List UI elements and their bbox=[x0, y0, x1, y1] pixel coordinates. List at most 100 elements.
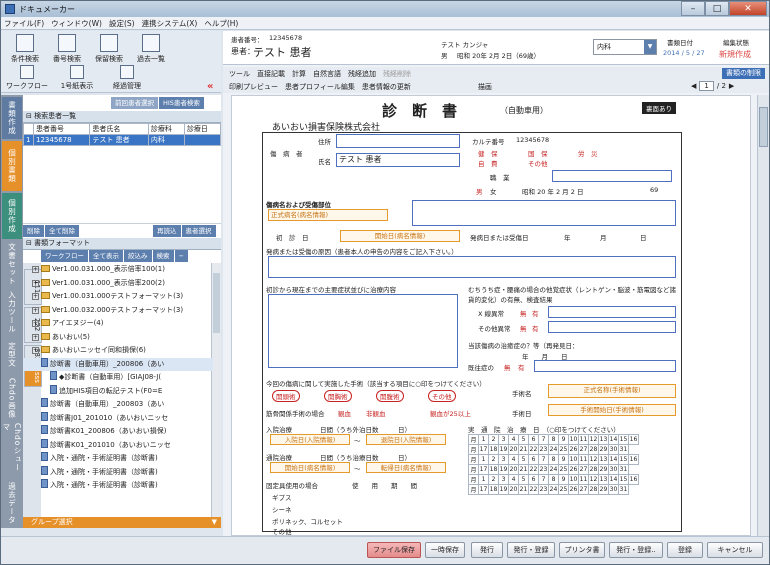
day-cell[interactable]: 2 bbox=[488, 454, 499, 465]
day-cell[interactable]: 19 bbox=[498, 464, 509, 475]
day-cell[interactable]: 6 bbox=[528, 434, 539, 445]
tree-item[interactable]: ◆診断書（自動車用）[GIAJ08-J( bbox=[23, 371, 213, 385]
day-cell[interactable]: 3 bbox=[498, 434, 509, 445]
xray-field[interactable] bbox=[548, 306, 676, 318]
xray-no[interactable]: 無 bbox=[520, 308, 527, 318]
day-cell[interactable]: 7 bbox=[538, 454, 549, 465]
prev-patient-button[interactable]: 前回患者選択 bbox=[111, 97, 159, 109]
back-page-badge[interactable]: 裏面あり bbox=[642, 102, 676, 114]
day-cell[interactable]: 31 bbox=[618, 464, 629, 475]
expand-icon[interactable]: + bbox=[32, 306, 39, 314]
day-cell[interactable]: 21 bbox=[518, 464, 529, 475]
day-cell[interactable]: 31 bbox=[618, 444, 629, 455]
day-cell[interactable]: 26 bbox=[568, 464, 579, 475]
sex-female[interactable]: 女 bbox=[490, 186, 497, 196]
day-cell[interactable]: 30 bbox=[608, 444, 619, 455]
draw-button[interactable]: 描画 bbox=[478, 82, 492, 92]
day-cell[interactable]: 8 bbox=[548, 474, 559, 485]
day-cell[interactable]: 10 bbox=[568, 454, 579, 465]
edit-profile-button[interactable]: 患者プロフィール編集 bbox=[285, 82, 355, 92]
insurance-self[interactable]: 自 費 bbox=[478, 158, 498, 168]
issue-register-more-button[interactable]: 発行・登録.. bbox=[609, 542, 663, 558]
day-cell[interactable]: 15 bbox=[618, 474, 629, 485]
day-cell[interactable]: 12 bbox=[588, 434, 599, 445]
day-cell[interactable]: 9 bbox=[558, 454, 569, 465]
temp-save-button[interactable]: 一時保存 bbox=[425, 542, 465, 558]
tree-item[interactable]: + あいおいニッセイ同和損保(6) bbox=[23, 344, 213, 358]
day-cell[interactable]: 23 bbox=[538, 444, 549, 455]
expand-icon[interactable]: + bbox=[32, 333, 39, 341]
ex-no[interactable]: 無 bbox=[504, 362, 511, 372]
day-cell[interactable]: 3 bbox=[498, 454, 509, 465]
sheet-display-button[interactable]: 1号紙表示 bbox=[53, 65, 101, 91]
expand-icon[interactable]: + bbox=[32, 266, 39, 273]
device-splint[interactable]: シーネ bbox=[272, 504, 292, 514]
bone-open[interactable]: 観血 bbox=[338, 408, 351, 418]
table-row[interactable]: 1 12345678 テスト 患者 内科 bbox=[23, 134, 222, 146]
day-cell[interactable]: 20 bbox=[508, 444, 519, 455]
day-cell[interactable]: 10 bbox=[568, 474, 579, 485]
close-button[interactable]: ✕ bbox=[729, 1, 767, 16]
his-patient-search-button[interactable]: HIS患者検索 bbox=[159, 97, 205, 109]
day-cell[interactable]: 3 bbox=[498, 474, 509, 485]
update-patient-button[interactable]: 患者情報の更新 bbox=[362, 82, 411, 92]
print-preview-button[interactable]: 印刷プレビュー bbox=[229, 82, 278, 92]
day-cell[interactable]: 28 bbox=[588, 484, 599, 495]
insurance-national[interactable]: 国 保 bbox=[528, 148, 548, 158]
day-cell[interactable]: 22 bbox=[528, 484, 539, 495]
day-cell[interactable]: 24 bbox=[548, 444, 559, 455]
day-cell[interactable]: 12 bbox=[588, 454, 599, 465]
tab-individual-create[interactable]: 個別作成 bbox=[2, 193, 22, 239]
disease-field[interactable]: 正式病名(病名情報) bbox=[268, 209, 388, 221]
menu-link-system[interactable]: 連携システム(X) bbox=[142, 18, 198, 29]
tree-item[interactable]: + Ver1.00.032.000テストフォーマット(3) bbox=[23, 304, 213, 318]
day-cell[interactable]: 14 bbox=[608, 474, 619, 485]
delete-all-button[interactable]: 全て削除 bbox=[45, 225, 80, 237]
occupation-field[interactable] bbox=[552, 170, 672, 182]
tree-item[interactable]: 診断書（自動車用）_200806（あい bbox=[23, 357, 213, 371]
day-cell[interactable]: 13 bbox=[598, 474, 609, 485]
minus-tab[interactable]: − bbox=[174, 250, 189, 262]
day-cell[interactable]: 26 bbox=[568, 484, 579, 495]
day-cell[interactable]: 31 bbox=[618, 484, 629, 495]
other-field[interactable] bbox=[548, 321, 676, 333]
day-cell[interactable]: 26 bbox=[568, 444, 579, 455]
tab-chdo-image[interactable]: Chdo画像 bbox=[2, 375, 22, 421]
expand-icon[interactable]: + bbox=[32, 279, 39, 287]
surg-type-head[interactable]: 開頭術 bbox=[272, 390, 300, 402]
day-cell[interactable]: 7 bbox=[538, 434, 549, 445]
day-cell[interactable]: 29 bbox=[598, 464, 609, 475]
condition-search-button[interactable]: 条件検索 bbox=[3, 34, 47, 64]
bone-extra[interactable]: 観血が25以上 bbox=[430, 408, 471, 418]
day-cell[interactable]: 25 bbox=[558, 444, 569, 455]
day-cell[interactable]: 27 bbox=[578, 484, 589, 495]
day-cell[interactable]: 17 bbox=[478, 484, 489, 495]
day-cell[interactable]: 17 bbox=[478, 444, 489, 455]
sheet-scrollbar[interactable] bbox=[757, 95, 769, 536]
xray-yes[interactable]: 有 bbox=[532, 308, 539, 318]
day-cell[interactable]: 28 bbox=[588, 464, 599, 475]
day-cell[interactable]: 9 bbox=[558, 434, 569, 445]
day-cell[interactable]: 17 bbox=[478, 464, 489, 475]
tree-item[interactable]: 入院・通院・手術証明書（診断書) bbox=[23, 452, 213, 466]
day-cell[interactable]: 6 bbox=[528, 454, 539, 465]
day-cell[interactable]: 21 bbox=[518, 484, 529, 495]
surg-type-chest[interactable]: 開胸術 bbox=[324, 390, 352, 402]
day-cell[interactable]: 1 bbox=[478, 454, 489, 465]
maximize-button[interactable]: □ bbox=[705, 1, 729, 16]
day-cell[interactable]: 4 bbox=[508, 474, 519, 485]
sex-male[interactable]: 男 bbox=[476, 186, 483, 196]
file-save-button[interactable]: ファイル保存 bbox=[367, 542, 421, 558]
day-cell[interactable]: 18 bbox=[488, 444, 499, 455]
tab-input-tools[interactable]: 入力ツール bbox=[2, 289, 22, 335]
day-cell[interactable]: 24 bbox=[548, 464, 559, 475]
tab-create-docs[interactable]: 書類作成 bbox=[2, 97, 22, 139]
day-cell[interactable]: 2 bbox=[488, 474, 499, 485]
day-cell[interactable]: 12 bbox=[588, 474, 599, 485]
surg-type-abdomen[interactable]: 開腹術 bbox=[376, 390, 404, 402]
direct-entry-button[interactable]: 直接記載 bbox=[257, 69, 285, 79]
register-button[interactable]: 登録 bbox=[667, 542, 703, 558]
name-field[interactable]: テスト 患者 bbox=[336, 153, 460, 167]
day-cell[interactable]: 1 bbox=[478, 434, 489, 445]
filter-tab[interactable]: 絞込み bbox=[124, 250, 153, 262]
